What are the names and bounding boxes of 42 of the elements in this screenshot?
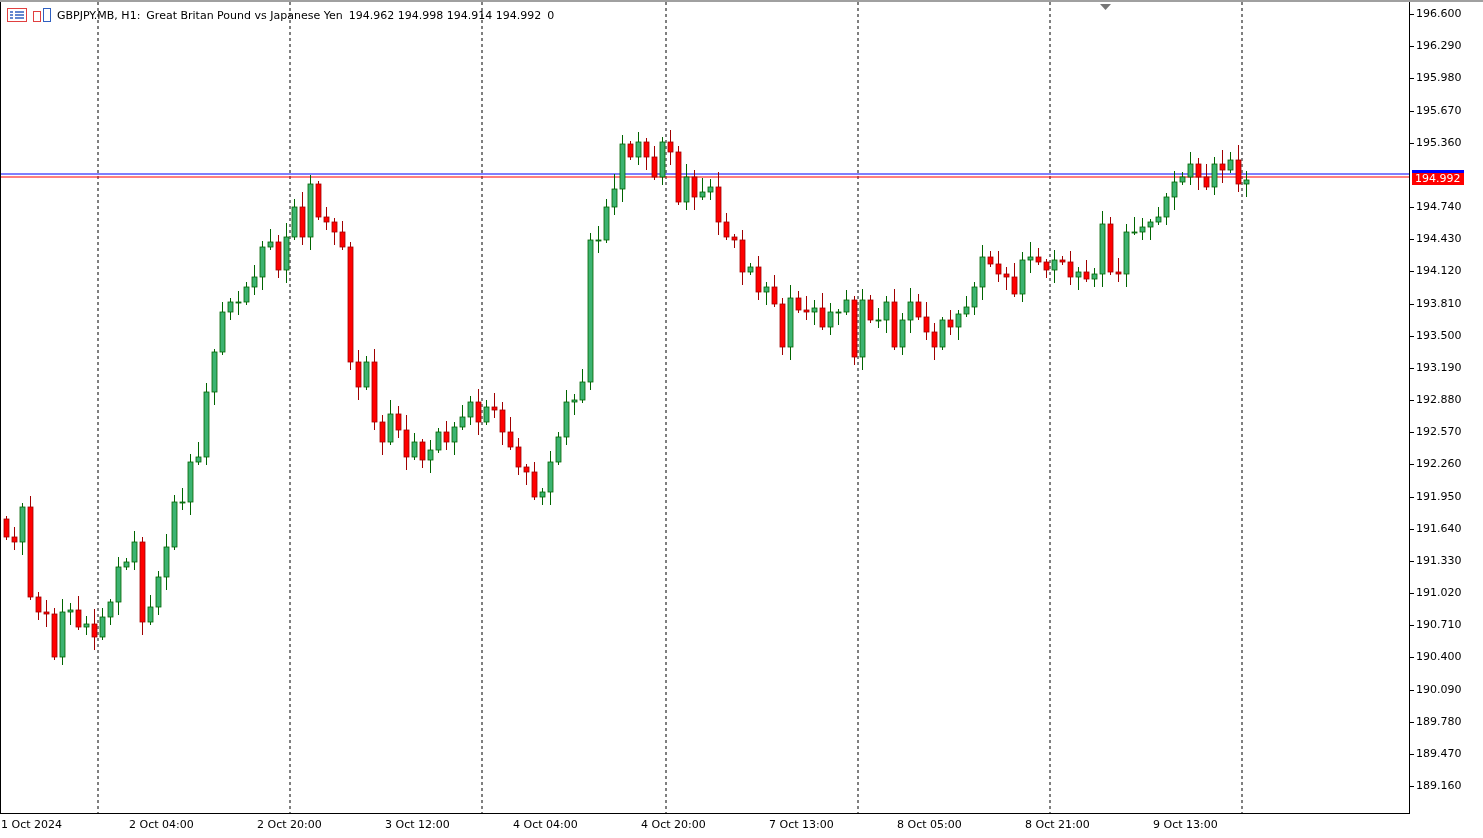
price-label: 190.710 bbox=[1416, 619, 1462, 632]
price-label: 192.260 bbox=[1416, 458, 1462, 471]
price-label: 193.500 bbox=[1416, 329, 1462, 342]
price-label: 194.120 bbox=[1416, 265, 1462, 278]
ohlc-values: 194.962 194.998 194.914 194.992 bbox=[348, 8, 542, 22]
time-label: 2 Oct 04:00 bbox=[129, 818, 194, 831]
time-label: 7 Oct 13:00 bbox=[769, 818, 834, 831]
list-icon[interactable] bbox=[7, 8, 27, 22]
price-label: 191.330 bbox=[1416, 554, 1462, 567]
chart-icon[interactable] bbox=[33, 8, 51, 22]
symbol-label: GBPJPY.MB, H1: bbox=[57, 8, 141, 22]
price-label: 190.400 bbox=[1416, 651, 1462, 664]
price-label: 191.020 bbox=[1416, 587, 1462, 600]
price-label: 195.360 bbox=[1416, 136, 1462, 149]
price-label: 191.950 bbox=[1416, 490, 1462, 503]
price-label: 195.670 bbox=[1416, 104, 1462, 117]
price-label: 194.740 bbox=[1416, 201, 1462, 213]
price-label: 193.810 bbox=[1416, 297, 1462, 310]
volume-value: 0 bbox=[547, 8, 555, 22]
current-price-tag: 194.992 bbox=[1412, 170, 1464, 185]
time-label: 4 Oct 20:00 bbox=[641, 818, 706, 831]
price-label: 189.470 bbox=[1416, 747, 1462, 760]
price-label: 191.640 bbox=[1416, 522, 1462, 535]
price-label: 196.290 bbox=[1416, 40, 1462, 53]
time-label: 2 Oct 20:00 bbox=[257, 818, 322, 831]
time-label: 3 Oct 12:00 bbox=[385, 818, 450, 831]
price-label: 195.980 bbox=[1416, 72, 1462, 85]
price-label: 192.880 bbox=[1416, 394, 1462, 407]
time-label: 4 Oct 04:00 bbox=[513, 818, 578, 831]
price-label: 194.430 bbox=[1416, 233, 1462, 246]
triangle-marker-icon bbox=[1100, 4, 1111, 10]
price-label: 189.160 bbox=[1416, 780, 1462, 793]
price-label: 189.780 bbox=[1416, 715, 1462, 728]
symbol-description: Great Britan Pound vs Japanese Yen bbox=[146, 8, 343, 22]
price-label: 192.570 bbox=[1416, 426, 1462, 439]
price-label: 196.600 bbox=[1416, 8, 1462, 20]
price-label: 193.190 bbox=[1416, 361, 1462, 374]
price-label: 190.090 bbox=[1416, 683, 1462, 696]
time-label: 8 Oct 05:00 bbox=[897, 818, 962, 831]
time-label: 1 Oct 2024 bbox=[1, 818, 62, 831]
time-label: 9 Oct 13:00 bbox=[1153, 818, 1218, 831]
time-label: 8 Oct 21:00 bbox=[1025, 818, 1090, 831]
